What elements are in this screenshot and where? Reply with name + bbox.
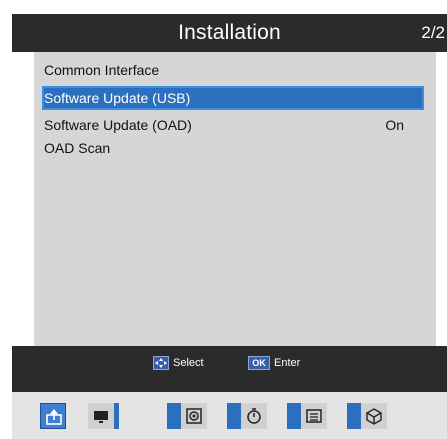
menu-panel: Common Interface Software Update (USB) S… bbox=[34, 52, 436, 346]
menu-item-common-interface[interactable]: Common Interface bbox=[42, 58, 424, 82]
category-separator bbox=[347, 403, 361, 429]
page-indicator: 2/2 bbox=[421, 23, 445, 42]
monitor-icon[interactable] bbox=[88, 403, 114, 429]
cube-icon[interactable] bbox=[361, 403, 387, 429]
category-bar bbox=[12, 392, 447, 439]
tv-menu-screen: Installation 2/2 Common Interface Softwa… bbox=[0, 0, 447, 439]
hint-enter-text: Enter bbox=[274, 357, 301, 370]
hint-bar: Select OK Enter bbox=[12, 346, 447, 392]
navigation-arrows-icon bbox=[153, 356, 169, 371]
menu-item-label: Common Interface bbox=[44, 62, 160, 78]
installation-icon[interactable] bbox=[40, 403, 66, 429]
menu-item-value: On bbox=[385, 117, 404, 133]
category-separator bbox=[167, 403, 181, 429]
category-separator bbox=[227, 403, 241, 429]
menu-item-label: Software Update (OAD) bbox=[44, 117, 192, 133]
menu-title: Installation bbox=[178, 21, 281, 44]
category-separator bbox=[287, 403, 301, 429]
ok-key-icon: OK bbox=[248, 356, 270, 371]
menu-item-oad-scan[interactable]: OAD Scan bbox=[42, 136, 424, 160]
menu-item-label: OAD Scan bbox=[44, 140, 111, 156]
menu-item-software-update-oad[interactable]: Software Update (OAD) On bbox=[42, 113, 424, 137]
hint-select: Select bbox=[153, 356, 204, 371]
timer-icon[interactable] bbox=[241, 403, 267, 429]
hint-enter: OK Enter bbox=[248, 356, 301, 371]
speaker-icon[interactable] bbox=[181, 403, 207, 429]
menu-item-label: Software Update (USB) bbox=[44, 90, 191, 106]
list-icon[interactable] bbox=[301, 403, 327, 429]
hint-select-text: Select bbox=[173, 357, 204, 370]
title-bar: Installation 2/2 bbox=[12, 14, 447, 52]
menu-item-software-update-usb[interactable]: Software Update (USB) bbox=[42, 86, 424, 110]
